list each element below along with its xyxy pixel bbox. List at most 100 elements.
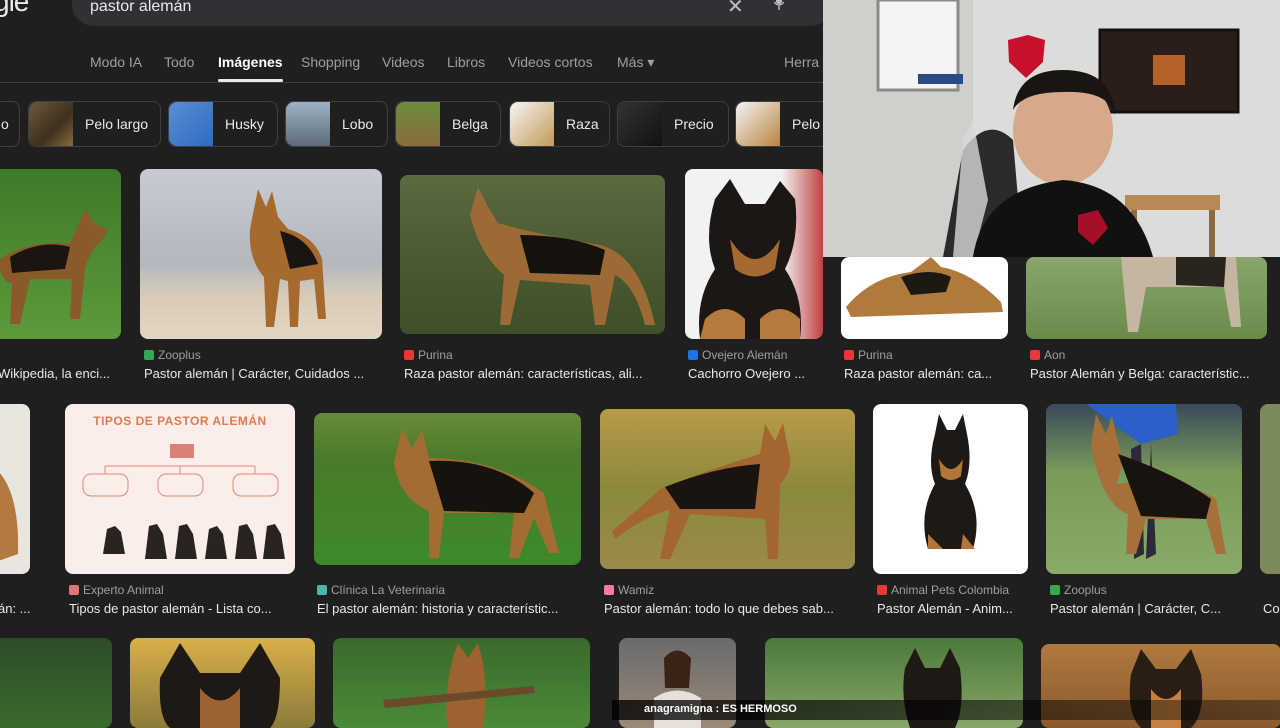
result-caption[interactable]: El pastor alemán: historia y característ…	[317, 601, 579, 616]
chip-thumbnail	[510, 102, 554, 146]
close-icon[interactable]: ✕	[727, 0, 744, 19]
result-caption[interactable]: Pastor Alemán y Belga: característic...	[1030, 366, 1265, 381]
chip-label: Belga	[452, 116, 488, 132]
result-image[interactable]: TIPOS DE PASTOR ALEMÁN	[65, 404, 295, 574]
result-caption[interactable]: Wikipedia, la enci...	[0, 366, 118, 381]
result-image[interactable]	[0, 404, 30, 574]
chip-thumbnail	[396, 102, 440, 146]
result-image[interactable]	[130, 638, 315, 728]
chip-belga[interactable]: Belga	[395, 101, 501, 147]
dog-image	[0, 473, 19, 561]
result-image[interactable]	[1046, 404, 1242, 574]
tab-videos-cortos[interactable]: Videos cortos	[508, 54, 593, 70]
tab-mas[interactable]: Más ▾	[617, 54, 654, 71]
result-image[interactable]	[140, 169, 382, 339]
chip-raza[interactable]: Raza	[509, 101, 610, 147]
source-label: Zooplus	[158, 348, 201, 362]
site-favicon	[688, 350, 698, 360]
wamiz-favicon	[604, 585, 614, 595]
dog-image	[699, 179, 801, 339]
result-caption[interactable]: Cachorro Ovejero ...	[688, 366, 826, 381]
zooplus-favicon	[1050, 585, 1060, 595]
aon-favicon	[1030, 350, 1040, 360]
result-source[interactable]: Clínica La Veterinaria	[317, 583, 445, 597]
dog-image	[159, 643, 280, 728]
tab-imagenes[interactable]: Imágenes	[218, 54, 283, 82]
source-label: Experto Animal	[83, 583, 164, 597]
chip-husky[interactable]: Husky	[168, 101, 278, 147]
result-caption[interactable]: Pastor alemán | Carácter, Cuidados ...	[144, 366, 382, 381]
result-image[interactable]	[600, 409, 855, 569]
search-input[interactable]: pastor alemán	[90, 0, 191, 16]
chip-precio[interactable]: Precio	[617, 101, 729, 147]
result-image[interactable]	[333, 638, 590, 728]
result-source[interactable]: Zooplus	[144, 348, 201, 362]
stream-chat-overlay: anagramigna : ES HERMOSO	[612, 700, 1280, 720]
result-caption[interactable]: Tipos de pastor alemán - Lista co...	[69, 601, 295, 616]
result-image[interactable]	[1026, 257, 1267, 339]
result-image[interactable]	[0, 638, 112, 728]
google-logo[interactable]: gle	[0, 0, 29, 18]
source-label: Animal Pets Colombia	[891, 583, 1010, 597]
result-caption[interactable]: Raza pastor alemán: características, ali…	[404, 366, 666, 381]
chip-thumbnail	[286, 102, 330, 146]
tab-videos[interactable]: Videos	[382, 54, 425, 70]
chip-thumbnail	[736, 102, 780, 146]
chip-thumbnail	[29, 102, 73, 146]
dog-image	[0, 209, 108, 324]
tab-shopping[interactable]: Shopping	[301, 54, 360, 70]
result-caption[interactable]: Pastor alemán: todo lo que debes sab...	[604, 601, 854, 616]
result-source[interactable]: Experto Animal	[69, 583, 164, 597]
mic-icon[interactable]	[774, 0, 784, 10]
result-image[interactable]	[685, 169, 823, 339]
chip-label: Lobo	[342, 116, 374, 132]
result-image[interactable]	[1260, 404, 1280, 574]
source-label: Ovejero Alemán	[702, 348, 788, 362]
result-source[interactable]: Purina	[844, 348, 893, 362]
source-label: Wamiz	[618, 583, 655, 597]
dog-image	[383, 643, 535, 728]
dog-image	[1086, 404, 1226, 559]
purina-favicon	[844, 350, 854, 360]
chip-thumbnail	[618, 102, 662, 146]
result-source[interactable]: Aon	[1030, 348, 1065, 362]
tab-libros[interactable]: Libros	[447, 54, 485, 70]
result-image[interactable]	[0, 169, 121, 339]
dog-image	[846, 257, 1003, 317]
chip-thumbnail	[169, 102, 213, 146]
result-source[interactable]: Wamiz	[604, 583, 654, 597]
webcam-overlay	[823, 0, 1280, 257]
dog-image	[249, 189, 326, 327]
result-image[interactable]	[841, 257, 1008, 339]
result-caption[interactable]: án: ...	[0, 601, 38, 616]
chip-pelo-largo[interactable]: Pelo largo	[28, 101, 161, 147]
result-caption[interactable]: Co	[1263, 601, 1280, 616]
result-source[interactable]: Zooplus	[1050, 583, 1107, 597]
chip-lobo[interactable]: Lobo	[285, 101, 388, 147]
result-image[interactable]	[314, 413, 581, 565]
chip-label: o	[1, 116, 9, 132]
tab-herramientas[interactable]: Herra	[784, 54, 819, 70]
site-favicon	[317, 585, 327, 595]
chip-label: Raza	[566, 116, 599, 132]
dog-image	[394, 428, 559, 558]
tab-modo-ia[interactable]: Modo IA	[90, 54, 142, 70]
source-label: Zooplus	[1064, 583, 1107, 597]
infographic	[82, 444, 285, 559]
result-source[interactable]: Ovejero Alemán	[688, 348, 787, 362]
dog-image	[470, 187, 655, 325]
dog-image	[1121, 257, 1241, 332]
tab-todo[interactable]: Todo	[164, 54, 194, 70]
result-source[interactable]: Animal Pets Colombia	[877, 583, 1009, 597]
zooplus-favicon	[144, 350, 154, 360]
result-image[interactable]	[873, 404, 1028, 574]
result-caption[interactable]: Pastor Alemán - Anim...	[877, 601, 1027, 616]
search-bar[interactable]: pastor alemán ✕	[72, 0, 832, 26]
chip-o[interactable]: o	[0, 101, 20, 147]
result-caption[interactable]: Raza pastor alemán: ca...	[844, 366, 1009, 381]
result-source[interactable]: Purina	[404, 348, 453, 362]
chip-label: Husky	[225, 116, 264, 132]
result-caption[interactable]: Pastor alemán | Carácter, C...	[1050, 601, 1240, 616]
result-image[interactable]	[400, 175, 665, 334]
dog-image	[924, 414, 977, 549]
